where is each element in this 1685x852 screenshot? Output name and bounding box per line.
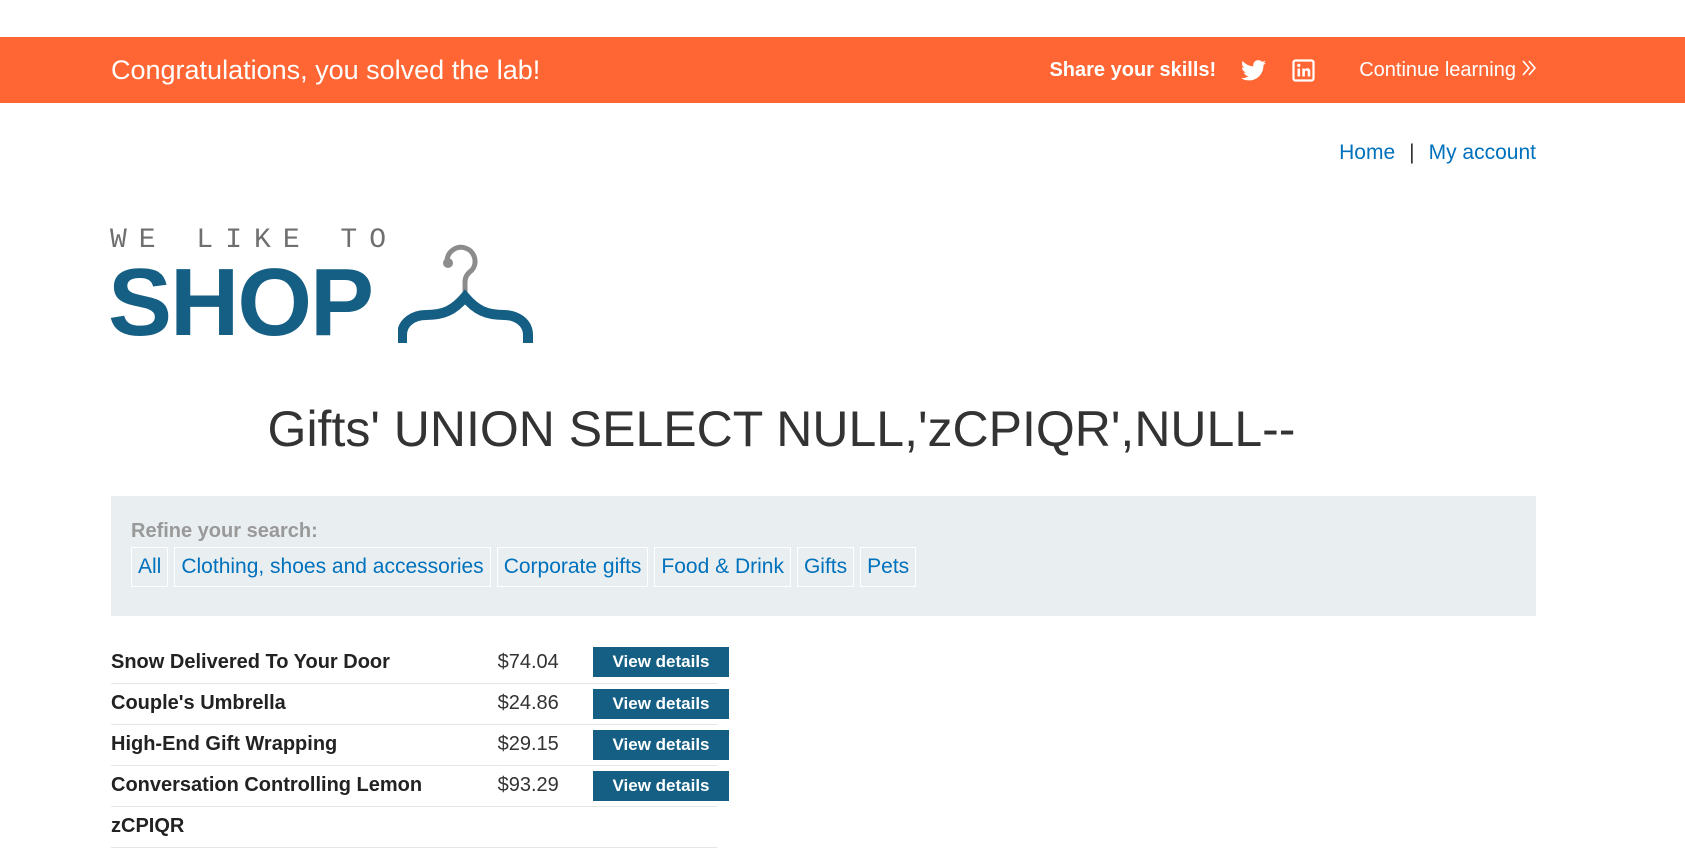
product-name: Couple's Umbrella [111, 692, 286, 714]
banner-title: Congratulations, you solved the lab! [111, 55, 541, 85]
product-price: $29.15 [497, 733, 559, 755]
view-details-button[interactable]: View details [593, 729, 729, 760]
product-action-cell: View details [592, 724, 729, 765]
view-details-button[interactable]: View details [593, 770, 729, 801]
product-name: zCPIQR [111, 815, 185, 837]
page-title-text: Gifts' UNION SELECT NULL,'zCPIQR',NULL-- [267, 401, 1296, 457]
banner-actions: Share your skills! Continue learning [1049, 37, 1537, 103]
table-row: Conversation Controlling Lemon $93.29 Vi… [111, 765, 729, 806]
hanger-icon [398, 244, 533, 343]
double-chevron-right-icon [1521, 59, 1537, 81]
continue-learning-label: Continue learning [1359, 58, 1516, 81]
product-price: $93.29 [497, 774, 559, 796]
filter-panel: Refine your search: All Clothing, shoes … [111, 496, 1536, 616]
filter-corporate-gifts[interactable]: Corporate gifts [496, 547, 649, 587]
product-price [497, 806, 592, 847]
linkedin-icon[interactable] [1290, 57, 1316, 83]
filter-gifts[interactable]: Gifts [796, 547, 855, 587]
logo-wordmark: SHOP [108, 249, 374, 356]
table-row: Couple's Umbrella $24.86 View details [111, 683, 729, 724]
product-table: Snow Delivered To Your Door $74.04 View … [111, 642, 729, 848]
filter-label: Refine your search: [131, 520, 318, 542]
product-name: Snow Delivered To Your Door [111, 650, 390, 673]
top-navigation: Home | My account [1339, 141, 1536, 165]
product-price: $24.86 [497, 692, 559, 714]
filter-clothing[interactable]: Clothing, shoes and accessories [174, 547, 491, 587]
nav-separator: | [1409, 141, 1415, 164]
twitter-icon[interactable] [1240, 57, 1266, 83]
share-label: Share your skills! [1049, 58, 1217, 81]
table-row: zCPIQR [111, 806, 717, 847]
table-row: High-End Gift Wrapping $29.15 View detai… [111, 724, 729, 765]
product-name: High-End Gift Wrapping [111, 733, 338, 755]
my-account-link[interactable]: My account [1429, 141, 1536, 164]
view-details-button[interactable]: View details [593, 647, 729, 678]
product-action-cell [592, 806, 717, 847]
page-title: Gifts' UNION SELECT NULL,'zCPIQR',NULL-- [0, 400, 1685, 458]
product-action-cell: View details [592, 642, 729, 683]
shop-logo[interactable]: WE LIKE TO SHOP [108, 225, 568, 351]
product-action-cell: View details [592, 765, 729, 806]
continue-learning-link[interactable]: Continue learning [1359, 59, 1537, 82]
filter-pets[interactable]: Pets [860, 547, 917, 587]
lab-solved-banner: Congratulations, you solved the lab! Sha… [0, 37, 1685, 103]
filter-food-drink[interactable]: Food & Drink [654, 547, 791, 587]
home-link[interactable]: Home [1339, 141, 1395, 164]
table-row: Snow Delivered To Your Door $74.04 View … [111, 642, 729, 683]
filter-all[interactable]: All [131, 547, 169, 587]
product-price: $74.04 [497, 650, 559, 673]
product-action-cell: View details [592, 683, 729, 724]
product-name: Conversation Controlling Lemon [111, 774, 423, 796]
view-details-button[interactable]: View details [593, 688, 729, 719]
filter-list: All Clothing, shoes and accessories Corp… [131, 547, 917, 587]
